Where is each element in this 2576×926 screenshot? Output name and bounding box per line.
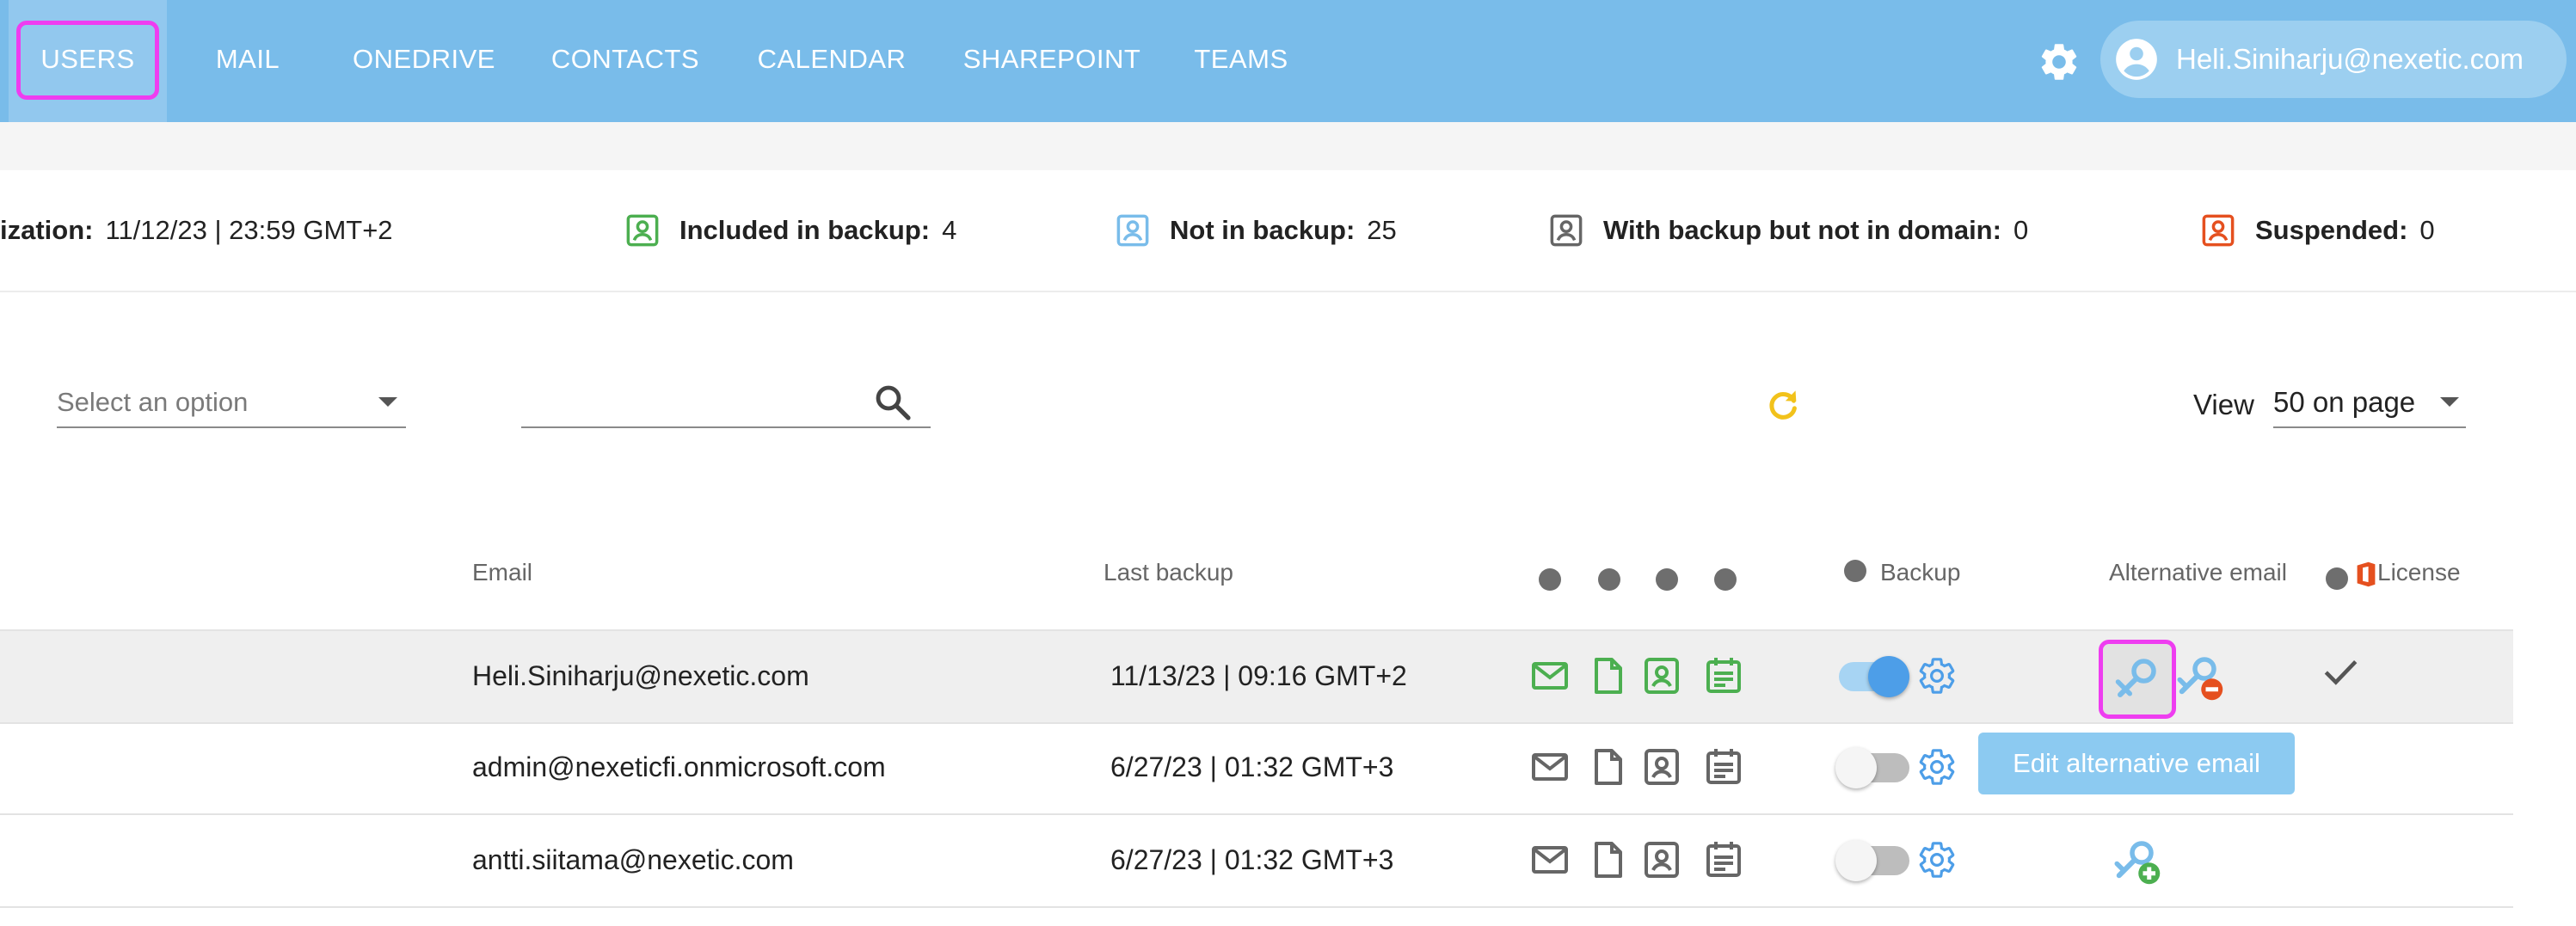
user-badge-not-in-domain-icon (1550, 214, 1583, 247)
stat-included: Included in backup: 4 (624, 170, 956, 291)
backup-settings-gear-icon[interactable] (1916, 746, 1958, 788)
account-circle-icon (2116, 39, 2157, 80)
tab-users[interactable]: USERS (9, 0, 167, 122)
column-header-license[interactable]: License (2377, 559, 2461, 586)
row-email: admin@nexeticfi.onmicrosoft.com (472, 751, 886, 782)
stat-last-sync-value: 11/12/23 | 23:59 GMT+2 (105, 215, 393, 245)
search-input[interactable] (521, 378, 931, 428)
filter-select[interactable]: Select an option (57, 378, 406, 428)
tab-calendar[interactable]: CALENDAR (753, 0, 910, 122)
stat-last-sync-label: ization: (0, 215, 94, 245)
stat-last-sync: ization: 11/12/23 | 23:59 GMT+2 (0, 170, 393, 291)
page-size-select[interactable]: 50 on page (2273, 378, 2466, 428)
stat-not-in-backup-value: 25 (1367, 215, 1397, 245)
column-header-email[interactable]: Email (472, 559, 532, 586)
filter-select-placeholder: Select an option (57, 387, 249, 417)
table-row[interactable]: Heli.Siniharju@nexetic.com 11/13/23 | 09… (0, 629, 2513, 724)
chevron-down-icon (378, 397, 397, 407)
license-check-icon (2324, 659, 2358, 685)
backup-indicator-dot (1844, 560, 1866, 582)
top-navigation-bar: USERS MAIL ONEDRIVE CONTACTS CALENDAR SH… (0, 0, 2576, 122)
user-badge-not-included-icon (1116, 214, 1149, 247)
refresh-icon[interactable] (1763, 385, 1803, 425)
backup-toggle-knob (1868, 656, 1909, 697)
user-badge-included-icon (626, 214, 659, 247)
user-account-button[interactable]: Heli.Siniharju@nexetic.com (2100, 21, 2567, 98)
onedrive-file-icon[interactable] (1588, 655, 1629, 696)
office-logo-icon (2357, 561, 2376, 587)
stat-not-in-backup-label: Not in backup: (1170, 215, 1356, 245)
backup-toggle-knob (1835, 747, 1877, 788)
stat-not-in-backup: Not in backup: 25 (1115, 170, 1397, 291)
license-indicator-dot (2326, 567, 2348, 590)
backup-toggle[interactable] (1835, 747, 1909, 788)
add-alt-email-key-icon[interactable] (2112, 836, 2163, 887)
remove-alt-email-key-icon[interactable] (2174, 652, 2226, 703)
mail-service-icon[interactable] (1529, 746, 1571, 788)
stat-included-label: Included in backup: (679, 215, 931, 245)
tab-onedrive[interactable]: ONEDRIVE (347, 0, 501, 122)
row-email: Heli.Siniharju@nexetic.com (472, 660, 809, 691)
backup-toggle[interactable] (1835, 840, 1909, 881)
backup-settings-gear-icon[interactable] (1916, 655, 1958, 696)
backup-toggle-knob (1835, 840, 1877, 881)
user-badge-suspended-icon (2202, 214, 2235, 247)
stat-included-value: 4 (942, 215, 957, 245)
stat-suspended-label: Suspended: (2255, 215, 2408, 245)
tooltip-edit-alt-email: Edit alternative email (1978, 733, 2295, 794)
row-last-backup: 6/27/23 | 01:32 GMT+3 (1110, 844, 1394, 875)
stat-suspended-value: 0 (2419, 215, 2435, 245)
mail-service-icon[interactable] (1529, 655, 1571, 696)
tab-contacts[interactable]: CONTACTS (544, 0, 707, 122)
user-email: Heli.Siniharju@nexetic.com (2176, 43, 2524, 75)
page-size-value: 50 on page (2273, 386, 2416, 418)
column-header-last-backup[interactable]: Last backup (1104, 559, 1233, 586)
chevron-down-icon (2440, 397, 2459, 407)
service-indicator-dot (1539, 568, 1561, 591)
stat-not-in-domain-label: With backup but not in domain: (1603, 215, 2001, 245)
contacts-service-icon[interactable] (1641, 746, 1682, 788)
onedrive-file-icon[interactable] (1588, 746, 1629, 788)
onedrive-file-icon[interactable] (1588, 839, 1629, 880)
backup-settings-gear-icon[interactable] (1916, 839, 1958, 880)
table-row[interactable]: antti.siitama@nexetic.com 6/27/23 | 01:3… (0, 815, 2513, 908)
column-header-backup[interactable]: Backup (1880, 559, 1960, 586)
row-last-backup: 11/13/23 | 09:16 GMT+2 (1110, 660, 1407, 691)
backup-toggle[interactable] (1839, 656, 1909, 697)
contacts-service-icon[interactable] (1641, 655, 1682, 696)
tab-teams[interactable]: TEAMS (1190, 0, 1292, 122)
stats-bar: ization: 11/12/23 | 23:59 GMT+2 Included… (0, 170, 2576, 292)
mail-service-icon[interactable] (1529, 839, 1571, 880)
column-header-alt-email[interactable]: Alternative email (2109, 559, 2287, 586)
tab-sharepoint[interactable]: SHAREPOINT (956, 0, 1147, 122)
gear-icon[interactable] (2037, 40, 2081, 84)
content-gap (0, 122, 2576, 170)
row-last-backup: 6/27/23 | 01:32 GMT+3 (1110, 751, 1394, 782)
row-email: antti.siitama@nexetic.com (472, 844, 794, 875)
stat-not-in-domain-value: 0 (2013, 215, 2029, 245)
search-icon[interactable] (872, 382, 913, 423)
calendar-service-icon[interactable] (1703, 839, 1744, 880)
calendar-service-icon[interactable] (1703, 746, 1744, 788)
stat-not-in-domain: With backup but not in domain: 0 (1548, 170, 2028, 291)
edit-alt-email-key-icon[interactable] (2112, 652, 2163, 703)
stat-suspended: Suspended: 0 (2200, 170, 2435, 291)
service-indicator-dot (1656, 568, 1678, 591)
contacts-service-icon[interactable] (1641, 839, 1682, 880)
service-indicator-dot (1598, 568, 1620, 591)
calendar-service-icon[interactable] (1703, 655, 1744, 696)
tab-mail[interactable]: MAIL (203, 0, 292, 122)
service-indicator-dot (1714, 568, 1737, 591)
view-label: View (2193, 389, 2254, 420)
